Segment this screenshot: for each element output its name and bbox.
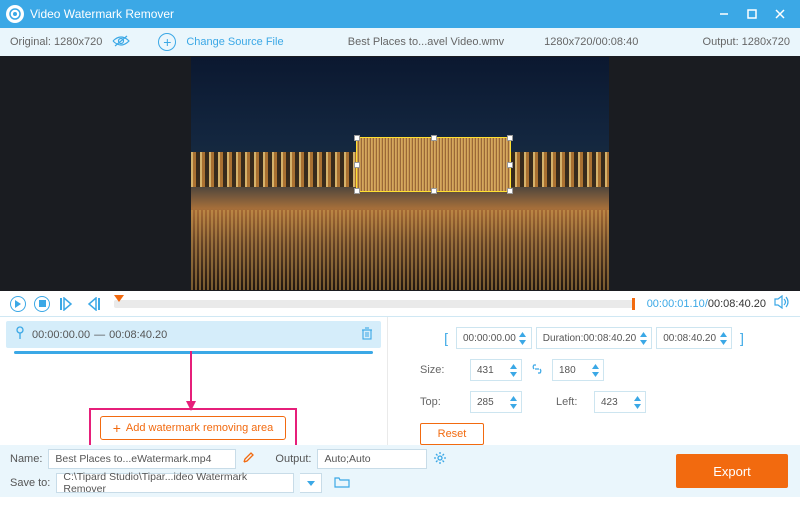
output-field[interactable]: Auto;Auto [317,449,427,469]
saveto-label: Save to: [10,477,50,489]
name-field[interactable]: Best Places to...eWatermark.mp4 [48,449,236,469]
time-display: 00:00:01.10/00:08:40.20 [647,298,766,310]
change-source-link[interactable]: Change Source File [186,36,283,48]
close-button[interactable] [766,0,794,28]
edit-name-icon[interactable] [242,451,255,467]
watermark-selection[interactable] [356,137,511,192]
spin-up[interactable] [638,330,648,338]
current-filename: Best Places to...avel Video.wmv [348,36,504,48]
spin-up[interactable] [518,330,528,338]
add-source-button[interactable]: + [158,33,176,51]
app-title: Video Watermark Remover [30,7,710,21]
playback-bar: 00:00:01.10/00:08:40.20 [0,291,800,317]
original-resolution: Original: 1280x720 [10,36,102,48]
left-label: Left: [556,396,586,408]
left-input[interactable]: 423 [594,391,646,413]
segment-start: 00:00:00.00 [32,329,90,341]
playhead-marker[interactable] [114,295,124,302]
top-label: Top: [420,396,462,408]
export-button[interactable]: Export [676,454,788,488]
spin-down[interactable] [718,338,728,346]
height-input[interactable]: 180 [552,359,604,381]
segment-end: 00:08:40.20 [109,329,167,341]
app-logo-icon [6,5,24,23]
properties-panel: [ 00:00:00.00 Duration:00:08:40.20 00:08… [388,317,800,445]
spin-down[interactable] [638,338,648,346]
name-label: Name: [10,453,42,465]
saveto-field[interactable]: C:\Tipard Studio\Tipar...ideo Watermark … [56,473,294,493]
preview-toggle-icon[interactable] [112,35,130,50]
maximize-button[interactable] [738,0,766,28]
video-preview [0,56,800,291]
video-frame[interactable] [191,57,609,290]
stop-button[interactable] [34,296,50,312]
saveto-dropdown[interactable] [300,473,322,493]
resolution-duration: 1280x720/00:08:40 [544,36,638,48]
add-watermark-label: Add watermark removing area [126,422,273,434]
play-button[interactable] [10,296,26,312]
open-folder-icon[interactable] [334,476,350,491]
settings-icon[interactable] [433,451,447,468]
pin-icon [14,326,26,343]
footer: Name: Best Places to...eWatermark.mp4 Ou… [0,445,800,497]
range-start-bracket[interactable]: [ [440,330,452,346]
set-end-button[interactable] [84,296,102,312]
spin-up[interactable] [718,330,728,338]
segments-panel: 00:00:00.00 — 00:08:40.20 + Add watermar… [0,317,388,445]
width-input[interactable]: 431 [470,359,522,381]
volume-icon[interactable] [774,295,790,312]
range-end-bracket[interactable]: ] [736,330,748,346]
set-start-button[interactable] [58,296,76,312]
toolbar: Original: 1280x720 + Change Source File … [0,28,800,56]
top-input[interactable]: 285 [470,391,522,413]
range-start-input[interactable]: 00:00:00.00 [456,327,532,349]
tutorial-arrow [184,351,198,413]
add-watermark-area-button[interactable]: + Add watermark removing area [100,416,286,440]
range-end-input[interactable]: 00:08:40.20 [656,327,732,349]
timeline-track[interactable] [114,300,635,308]
title-bar: Video Watermark Remover [0,0,800,28]
duration-input[interactable]: Duration:00:08:40.20 [536,327,652,349]
end-marker[interactable] [632,298,635,310]
link-aspect-icon[interactable] [530,363,544,378]
spin-down[interactable] [518,338,528,346]
reset-button[interactable]: Reset [420,423,484,445]
segment-row[interactable]: 00:00:00.00 — 00:08:40.20 [6,321,381,348]
plus-icon: + [113,420,121,436]
delete-segment-icon[interactable] [361,327,373,343]
size-label: Size: [420,364,462,376]
minimize-button[interactable] [710,0,738,28]
output-resolution: Output: 1280x720 [703,36,790,48]
output-label: Output: [275,453,311,465]
